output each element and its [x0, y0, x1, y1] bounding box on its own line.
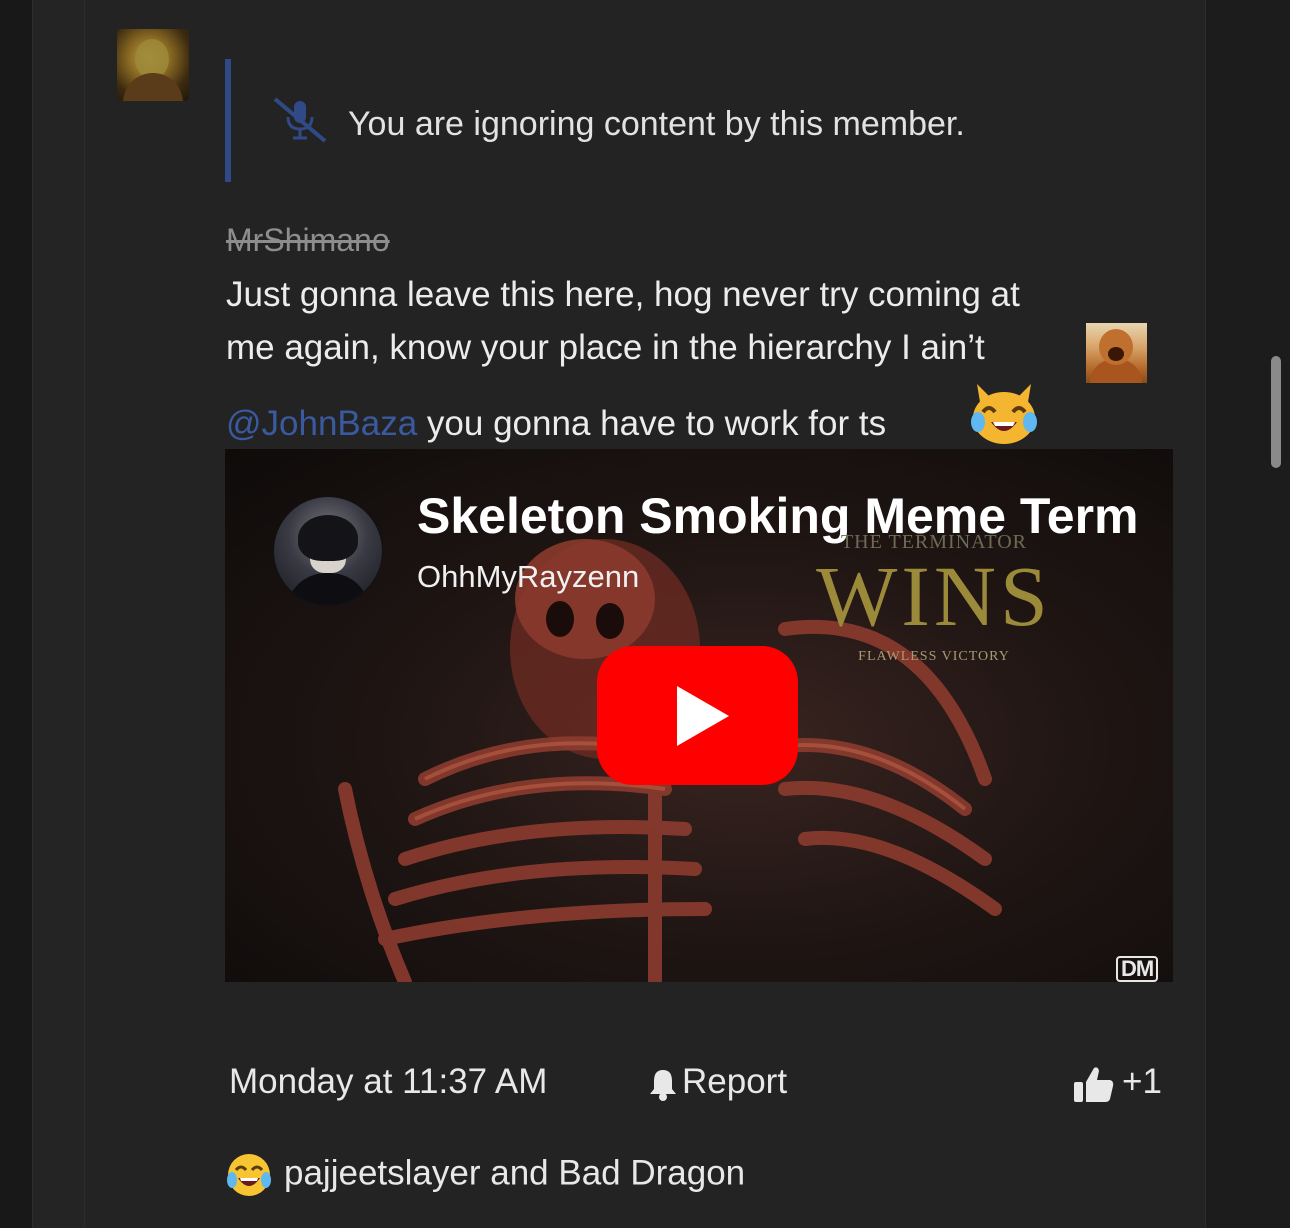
poster-avatar[interactable]	[117, 29, 189, 101]
bell-icon	[650, 1069, 676, 1101]
avatar-body	[123, 73, 183, 101]
orangutan-emoji	[1086, 323, 1147, 383]
laughing-cat-emoji	[971, 384, 1037, 444]
report-button[interactable]: Report	[648, 1062, 787, 1102]
terminator-wins-overlay: THE TERMINATOR WINS FLAWLESS VICTORY	[811, 531, 1057, 671]
like-count: +1	[1122, 1062, 1162, 1101]
overlay-big-text: WINS	[816, 548, 1052, 644]
post-text-line-1: Just gonna leave this here, hog never tr…	[226, 275, 1020, 314]
channel-avatar-hair	[298, 515, 358, 561]
post-text-line-2: me again, know your place in the hierarc…	[226, 328, 985, 367]
orangutan-mouth	[1108, 347, 1124, 361]
crying-laughing-emoji	[227, 1154, 271, 1196]
channel-avatar-coat	[286, 573, 370, 605]
play-triangle-icon	[677, 686, 729, 746]
watermark-logo: DM	[1116, 956, 1159, 982]
reactions-users-text: pajjeetslayer and Bad Dragon	[284, 1153, 746, 1193]
page-scrollbar[interactable]	[1271, 356, 1281, 468]
embedded-video-player[interactable]: Skeleton Smoking Meme Terminator OhhMyRa…	[225, 449, 1173, 982]
user-mention-link[interactable]: @JohnBaza	[226, 404, 417, 443]
channel-avatar[interactable]	[273, 496, 383, 606]
video-channel-name[interactable]: OhhMyRayzenn	[417, 559, 639, 595]
thumbs-up-icon	[1074, 1067, 1114, 1102]
post-text-line-3-rest: you gonna have to work for ts	[417, 404, 887, 443]
youtube-play-button[interactable]	[597, 646, 798, 785]
ignored-quote-block[interactable]: You are ignoring content by this member.	[225, 59, 1031, 182]
overlay-sub-text: FLAWLESS VICTORY	[858, 649, 1010, 664]
post-author-name[interactable]: MrShimano	[226, 222, 390, 259]
outer-background	[0, 0, 32, 1228]
like-button[interactable]: +1	[1072, 1062, 1162, 1104]
reactions-summary[interactable]: pajjeetslayer and Bad Dragon	[226, 1152, 745, 1198]
report-label: Report	[682, 1062, 788, 1101]
microphone-muted-icon	[273, 97, 327, 143]
post-timestamp[interactable]: Monday at 11:37 AM	[229, 1062, 547, 1102]
ignore-notice-text: You are ignoring content by this member.	[348, 105, 965, 143]
